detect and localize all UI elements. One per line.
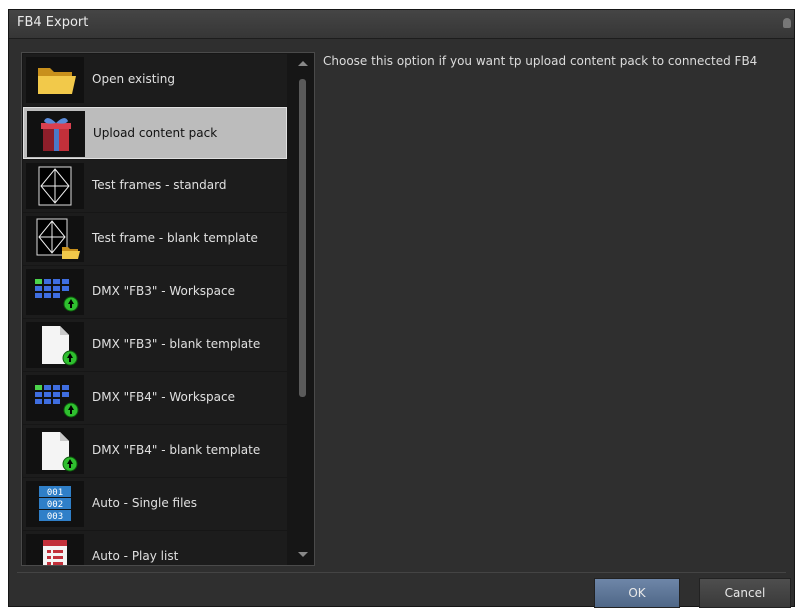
list-item-upload-content-pack[interactable]: Upload content pack (23, 107, 287, 159)
test-frame-folder-icon (26, 216, 84, 262)
list-item-auto-play-list[interactable]: Auto - Play list (23, 531, 287, 565)
folder-icon (26, 57, 84, 103)
svg-text:001: 001 (47, 488, 63, 498)
export-dialog: FB4 Export Open existing Upload content … (8, 9, 795, 608)
list-item-label: DMX "FB3" - Workspace (92, 284, 235, 298)
ok-button[interactable]: OK (594, 578, 680, 608)
list-item-label: DMX "FB4" - Workspace (92, 390, 235, 404)
numbered-files-icon: 001 002 003 (26, 481, 84, 527)
test-frame-icon (26, 163, 84, 209)
window-title: FB4 Export (17, 15, 89, 30)
gift-icon (27, 111, 85, 157)
list-item-open-existing[interactable]: Open existing (23, 54, 287, 106)
dmx-grid-icon (26, 269, 84, 315)
window-control-icon[interactable] (783, 18, 791, 28)
list-item-label: Auto - Play list (92, 549, 179, 563)
blank-document-icon (26, 322, 84, 368)
list-item-dmx-fb4-workspace[interactable]: DMX "FB4" - Workspace (23, 372, 287, 424)
scroll-down-arrow-icon[interactable] (298, 552, 308, 557)
list-item-test-frame-blank-template[interactable]: Test frame - blank template (23, 213, 287, 265)
list-scrollbar[interactable] (295, 55, 311, 563)
export-options-list: Open existing Upload content pack Test f… (21, 52, 315, 566)
list-item-label: Auto - Single files (92, 496, 198, 510)
scroll-up-arrow-icon[interactable] (298, 61, 308, 66)
list-item-label: Test frame - blank template (92, 231, 258, 245)
playlist-icon (26, 534, 84, 565)
cancel-button[interactable]: Cancel (699, 578, 791, 608)
option-description: Choose this option if you want tp upload… (323, 54, 758, 68)
list-item-label: DMX "FB3" - blank template (92, 337, 261, 351)
footer-divider (17, 572, 786, 573)
list-item-dmx-fb4-blank-template[interactable]: DMX "FB4" - blank template (23, 425, 287, 477)
dmx-grid-icon (26, 375, 84, 421)
list-item-label: DMX "FB4" - blank template (92, 443, 261, 457)
scrollbar-thumb[interactable] (299, 79, 306, 397)
blank-document-icon (26, 428, 84, 474)
svg-text:002: 002 (47, 500, 63, 510)
list-item-label: Test frames - standard (92, 178, 227, 192)
list-item-label: Upload content pack (93, 126, 218, 140)
svg-text:003: 003 (47, 512, 63, 522)
title-bar: FB4 Export (9, 10, 794, 39)
list-item-label: Open existing (92, 72, 175, 86)
list-item-dmx-fb3-blank-template[interactable]: DMX "FB3" - blank template (23, 319, 287, 371)
list-item-dmx-fb3-workspace[interactable]: DMX "FB3" - Workspace (23, 266, 287, 318)
list-item-auto-single-files[interactable]: 001 002 003 Auto - Single files (23, 478, 287, 530)
list-item-test-frames-standard[interactable]: Test frames - standard (23, 160, 287, 212)
